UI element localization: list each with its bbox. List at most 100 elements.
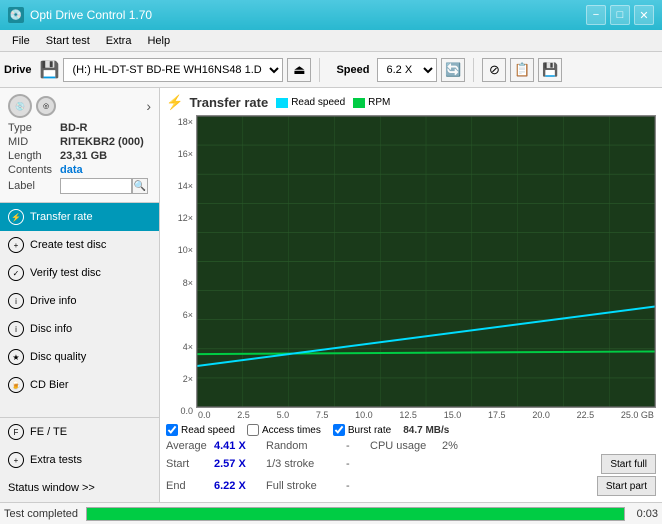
sidebar: 💿 ◎ › Type BD-R MID RITEKBR2 (000) Lengt… xyxy=(0,88,160,502)
nav-create-test-disc[interactable]: + Create test disc xyxy=(0,231,159,259)
y-label-18: 18× xyxy=(178,117,193,127)
verify-test-icon: ✓ xyxy=(8,265,24,281)
nav-extra-tests-label: Extra tests xyxy=(30,454,82,466)
legend-read-speed-box xyxy=(276,98,288,108)
read-speed-checkbox[interactable] xyxy=(166,424,178,436)
eject-button[interactable]: ⏏ xyxy=(287,58,311,82)
start-full-button[interactable]: Start full xyxy=(601,454,656,474)
nav-status-window[interactable]: Status window >> xyxy=(0,474,159,502)
disc-nav-arrow[interactable]: › xyxy=(146,98,151,114)
nav-transfer-rate[interactable]: ⚡ Transfer rate xyxy=(0,203,159,231)
disc-contents-label: Contents xyxy=(8,164,60,176)
menu-start-test[interactable]: Start test xyxy=(38,33,98,49)
burst-rate-value: 84.7 MB/s xyxy=(403,425,449,436)
y-label-2: 2× xyxy=(183,374,193,384)
drive-label: Drive xyxy=(4,64,32,76)
y-label-12: 12× xyxy=(178,213,193,223)
status-time: 0:03 xyxy=(637,508,658,520)
nav-fe-te-label: FE / TE xyxy=(30,426,67,438)
stats-row-start: Start 2.57 X 1/3 stroke - Start full xyxy=(166,454,656,474)
drive-select-group: 💾 (H:) HL-DT-ST BD-RE WH16NS48 1.D3 ⏏ xyxy=(40,58,312,82)
stats-row-average: Average 4.41 X Random - CPU usage 2% xyxy=(166,440,656,452)
disc-contents-field: Contents data xyxy=(8,164,151,176)
stat-end-value: 6.22 X xyxy=(214,480,266,492)
x-label-75: 7.5 xyxy=(316,410,329,420)
menu-bar: File Start test Extra Help xyxy=(0,30,662,52)
extra-tests-icon: + xyxy=(8,452,24,468)
disc-mid-label: MID xyxy=(8,136,60,148)
chart-icon: ⚡ xyxy=(166,94,183,111)
stats-row-end: End 6.22 X Full stroke - Start part xyxy=(166,476,656,496)
menu-help[interactable]: Help xyxy=(139,33,178,49)
stat-end-label: End xyxy=(166,480,214,492)
legend-rpm-label: RPM xyxy=(368,97,390,108)
disc-icon-area: 💿 ◎ xyxy=(8,94,56,118)
disc-length-label: Length xyxy=(8,150,60,162)
toolbar-separator xyxy=(319,58,320,82)
x-label-100: 10.0 xyxy=(355,410,373,420)
drive-icon: 💾 xyxy=(40,60,60,80)
window-controls: − □ ✕ xyxy=(586,5,654,25)
burst-rate-checkbox[interactable] xyxy=(333,424,345,436)
y-axis: 18× 16× 14× 12× 10× 8× 6× 4× 2× 0.0 xyxy=(166,115,196,420)
speed-selector[interactable]: 6.2 X xyxy=(377,58,437,82)
y-label-6: 6× xyxy=(183,310,193,320)
disc-quality-icon: ★ xyxy=(8,349,24,365)
cd-bier-icon: 🍺 xyxy=(8,377,24,393)
fe-te-icon: F xyxy=(8,424,24,440)
y-label-0: 0.0 xyxy=(180,406,193,416)
menu-file[interactable]: File xyxy=(4,33,38,49)
x-label-125: 12.5 xyxy=(399,410,417,420)
nav-bottom: F FE / TE + Extra tests Status window >> xyxy=(0,417,159,502)
start-part-button[interactable]: Start part xyxy=(597,476,656,496)
disc-label-button[interactable]: 🔍 xyxy=(132,178,148,194)
nav-extra-tests[interactable]: + Extra tests xyxy=(0,446,159,474)
legend-read-speed: Read speed xyxy=(276,97,345,108)
x-label-gb: 25.0 GB xyxy=(621,410,654,420)
nav-disc-quality[interactable]: ★ Disc quality xyxy=(0,343,159,371)
speed-label: Speed xyxy=(336,64,369,76)
x-label-25: 2.5 xyxy=(237,410,250,420)
nav-verify-test-disc[interactable]: ✓ Verify test disc xyxy=(0,259,159,287)
disc-icon: 💿 xyxy=(8,94,32,118)
y-label-8: 8× xyxy=(183,278,193,288)
nav-drive-info-label: Drive info xyxy=(30,295,76,307)
transfer-rate-icon: ⚡ xyxy=(8,209,24,225)
disc-type-label: Type xyxy=(8,122,60,134)
maximize-button[interactable]: □ xyxy=(610,5,630,25)
x-label-50: 5.0 xyxy=(277,410,290,420)
save-button[interactable]: 💾 xyxy=(538,58,562,82)
stat-start-label: Start xyxy=(166,458,214,470)
refresh-button[interactable]: 🔄 xyxy=(441,58,465,82)
access-times-checkbox[interactable] xyxy=(247,424,259,436)
burst-rate-cb-label: Burst rate xyxy=(348,425,391,436)
checkbox-row: Read speed Access times Burst rate 84.7 … xyxy=(166,424,656,436)
minimize-button[interactable]: − xyxy=(586,5,606,25)
disc-label-field: Label 🔍 xyxy=(8,178,151,194)
app-icon: 💿 xyxy=(8,7,24,23)
disc-label-input[interactable] xyxy=(60,178,132,194)
close-button[interactable]: ✕ xyxy=(634,5,654,25)
x-label-150: 15.0 xyxy=(444,410,462,420)
erase-button[interactable]: ⊘ xyxy=(482,58,506,82)
nav-cd-bier[interactable]: 🍺 CD Bier xyxy=(0,371,159,399)
chart-container: 18× 16× 14× 12× 10× 8× 6× 4× 2× 0.0 xyxy=(166,115,656,420)
nav-fe-te[interactable]: F FE / TE xyxy=(0,418,159,446)
y-label-14: 14× xyxy=(178,181,193,191)
chart-title-bar: ⚡ Transfer rate xyxy=(166,94,268,111)
menu-extra[interactable]: Extra xyxy=(98,33,140,49)
stat-average-value: 4.41 X xyxy=(214,440,266,452)
nav-drive-info[interactable]: i Drive info xyxy=(0,287,159,315)
disc-info-header: 💿 ◎ › xyxy=(8,94,151,118)
nav-disc-info[interactable]: i Disc info xyxy=(0,315,159,343)
stat-random-value: - xyxy=(346,440,370,452)
copy-button[interactable]: 📋 xyxy=(510,58,534,82)
disc-icon-2: ◎ xyxy=(36,96,56,116)
create-test-icon: + xyxy=(8,237,24,253)
drive-selector[interactable]: (H:) HL-DT-ST BD-RE WH16NS48 1.D3 xyxy=(63,58,283,82)
drive-info-icon: i xyxy=(8,293,24,309)
disc-length-value: 23,31 GB xyxy=(60,150,107,162)
disc-info-panel: 💿 ◎ › Type BD-R MID RITEKBR2 (000) Lengt… xyxy=(0,88,159,203)
toolbar-separator-2 xyxy=(473,58,474,82)
cb-read-speed: Read speed xyxy=(166,424,235,436)
